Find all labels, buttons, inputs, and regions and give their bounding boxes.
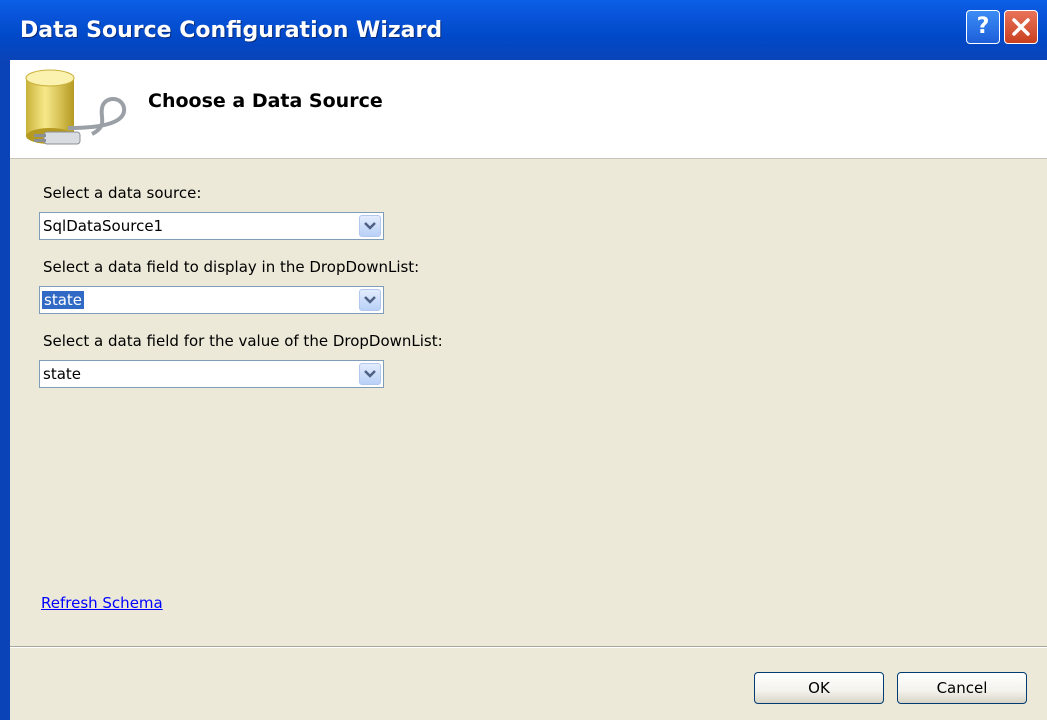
window-title: Data Source Configuration Wizard — [20, 18, 443, 43]
data-source-combobox[interactable]: SqlDataSource1 — [39, 212, 384, 240]
chevron-down-icon — [364, 370, 376, 378]
display-field-dropdown-button[interactable] — [359, 289, 381, 311]
close-button[interactable] — [1004, 10, 1038, 44]
display-field-label: Select a data field to display in the Dr… — [43, 258, 420, 276]
title-bar[interactable]: Data Source Configuration Wizard ? — [0, 0, 1047, 60]
data-source-dropdown-button[interactable] — [359, 215, 381, 237]
window-border — [0, 60, 10, 720]
value-field-combobox[interactable]: state — [39, 360, 384, 388]
refresh-schema-link[interactable]: Refresh Schema — [41, 594, 163, 612]
close-icon — [1012, 18, 1030, 36]
page-title: Choose a Data Source — [148, 90, 383, 112]
chevron-down-icon — [364, 222, 376, 230]
value-field-label: Select a data field for the value of the… — [43, 332, 443, 350]
ok-button[interactable]: OK — [754, 672, 884, 704]
chevron-down-icon — [364, 296, 376, 304]
data-source-value: SqlDataSource1 — [43, 217, 164, 235]
wizard-header: Choose a Data Source — [10, 60, 1047, 159]
data-source-label: Select a data source: — [43, 184, 202, 202]
display-field-combobox[interactable]: state — [39, 286, 384, 314]
value-field-value: state — [43, 365, 81, 383]
display-field-value: state — [42, 291, 84, 309]
value-field-dropdown-button[interactable] — [359, 363, 381, 385]
cancel-button[interactable]: Cancel — [897, 672, 1027, 704]
help-icon: ? — [976, 14, 990, 39]
database-plug-icon — [25, 69, 127, 145]
help-button[interactable]: ? — [966, 10, 1000, 44]
wizard-window: Data Source Configuration Wizard ? Choos… — [0, 0, 1047, 720]
footer-divider — [10, 646, 1047, 648]
